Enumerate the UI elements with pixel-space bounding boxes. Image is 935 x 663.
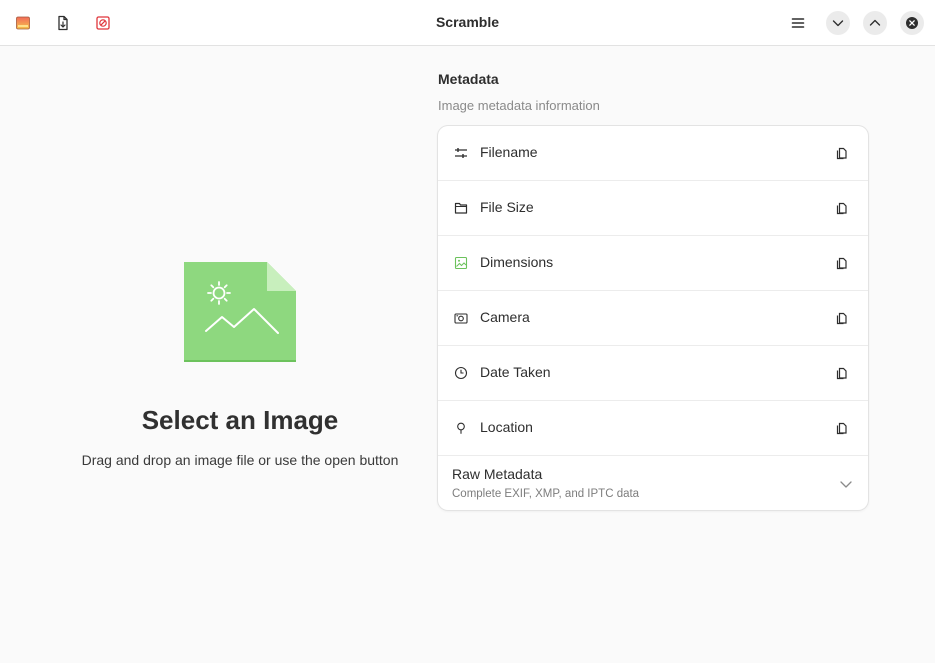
- copy-icon[interactable]: [834, 310, 850, 326]
- map-pin-icon: [453, 420, 469, 436]
- metadata-subheading: Image metadata information: [438, 98, 600, 113]
- copy-icon[interactable]: [834, 255, 850, 271]
- close-button[interactable]: [900, 11, 924, 35]
- copy-icon[interactable]: [834, 420, 850, 436]
- main-menu-button[interactable]: [783, 8, 813, 38]
- metadata-row-label: Date Taken: [480, 364, 551, 380]
- chevron-down-icon: [838, 476, 854, 492]
- camera-icon: [453, 310, 469, 326]
- image-icon: [453, 255, 469, 271]
- chevron-down-icon: [832, 20, 844, 27]
- metadata-row-location[interactable]: Location: [438, 401, 868, 456]
- metadata-heading: Metadata: [438, 71, 499, 87]
- empty-state-title: Select an Image: [141, 405, 339, 435]
- hamburger-menu-icon: [791, 18, 805, 28]
- metadata-row-label: File Size: [480, 199, 534, 215]
- folder-icon: [453, 200, 469, 216]
- raw-metadata-label: Raw Metadata: [452, 466, 543, 482]
- raw-metadata-expander[interactable]: Raw Metadata Complete EXIF, XMP, and IPT…: [438, 456, 868, 510]
- image-placeholder-icon: [183, 261, 297, 368]
- chevron-up-icon: [869, 19, 881, 26]
- minimize-button[interactable]: [826, 11, 850, 35]
- metadata-row-dimensions[interactable]: Dimensions: [438, 236, 868, 291]
- empty-state-description: Drag and drop an image file or use the o…: [81, 452, 399, 468]
- metadata-row-date-taken[interactable]: Date Taken: [438, 346, 868, 401]
- app-window: Scramble Select an Image Drag and drop a…: [0, 0, 935, 663]
- copy-icon[interactable]: [834, 365, 850, 381]
- metadata-row-filename[interactable]: Filename: [438, 126, 868, 181]
- maximize-button[interactable]: [863, 11, 887, 35]
- raw-metadata-description: Complete EXIF, XMP, and IPTC data: [452, 488, 640, 500]
- metadata-row-label: Location: [480, 419, 533, 435]
- header-bar: Scramble: [0, 0, 935, 46]
- metadata-list: Filename File Size Dimensions Camera Dat…: [438, 126, 868, 510]
- metadata-row-label: Dimensions: [480, 254, 554, 270]
- copy-icon[interactable]: [834, 200, 850, 216]
- clock-icon: [453, 365, 469, 381]
- close-icon: [906, 17, 918, 29]
- metadata-row-camera[interactable]: Camera: [438, 291, 868, 346]
- copy-icon[interactable]: [834, 145, 850, 161]
- metadata-row-label: Camera: [480, 309, 530, 325]
- metadata-row-label: Filename: [480, 144, 538, 160]
- sliders-icon: [453, 145, 469, 161]
- metadata-row-file-size[interactable]: File Size: [438, 181, 868, 236]
